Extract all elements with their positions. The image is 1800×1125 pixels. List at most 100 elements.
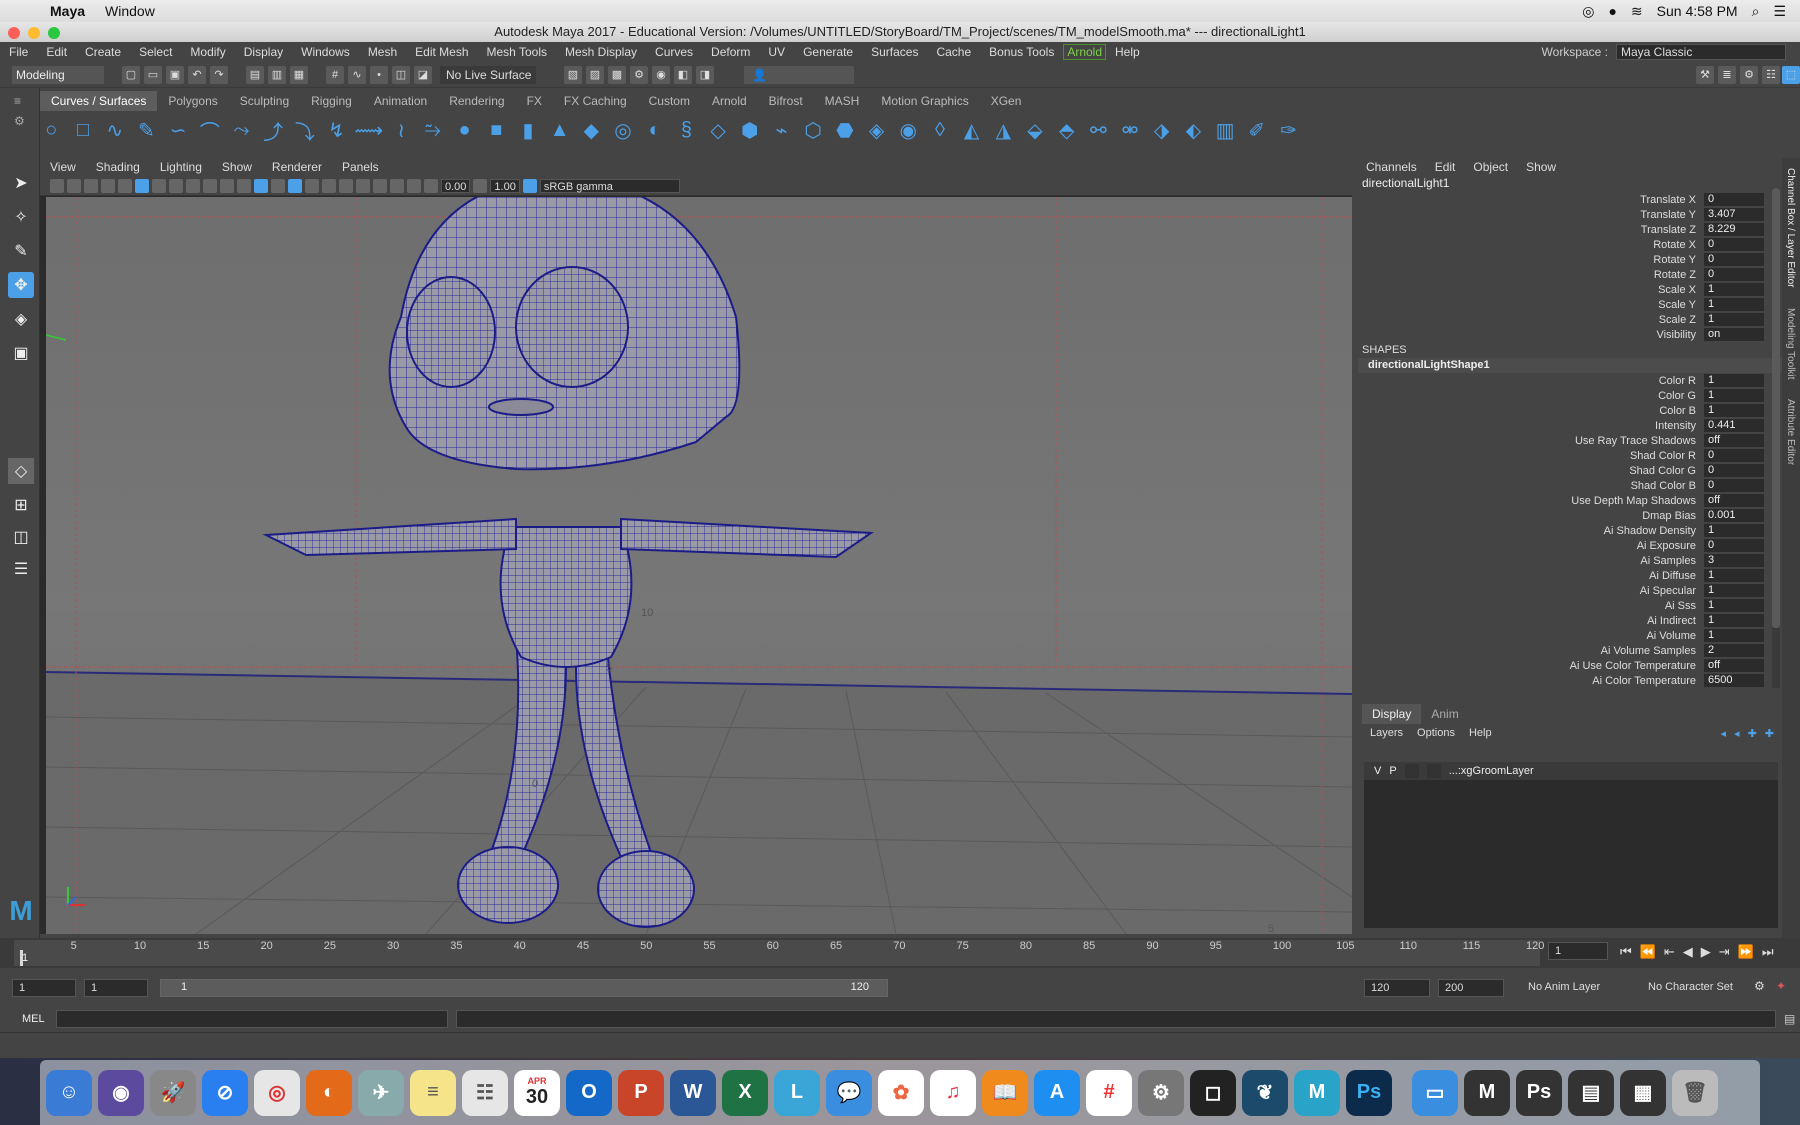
color-space-dropdown[interactable]: sRGB gamma	[539, 178, 680, 193]
shape-attribute-value[interactable]: 1	[1704, 374, 1764, 387]
detach-surfaces-icon[interactable]: ⚮	[1119, 118, 1142, 142]
shape-attribute-name[interactable]: Ai Specular	[1354, 585, 1704, 597]
auto-key-icon[interactable]: ✦	[1776, 979, 1786, 993]
right-eye[interactable]	[515, 266, 629, 388]
shape-attribute-row[interactable]: Color R1	[1354, 373, 1782, 388]
shape-attribute-row[interactable]: Ai Sss 1	[1354, 598, 1782, 613]
shelf-tab-custom[interactable]: Custom	[638, 91, 701, 111]
channel-attribute-name[interactable]: Translate Z	[1354, 224, 1704, 236]
playback-end-field[interactable]: 120	[1364, 979, 1430, 997]
viewport-menu-show[interactable]: Show	[212, 160, 262, 174]
render-frame-icon[interactable]: ▨	[586, 65, 604, 84]
layer-row[interactable]: V P ...:xgGroomLayer	[1364, 762, 1778, 780]
folder-icon[interactable]: ▭	[1412, 1069, 1458, 1116]
modeling-toolkit-icon[interactable]: ⚒	[1696, 65, 1714, 84]
project-curve-icon[interactable]: ◊	[929, 118, 952, 142]
shelf-tab-arnold[interactable]: Arnold	[701, 91, 758, 111]
shape-node-name[interactable]: directionalLightShape1	[1358, 358, 1782, 373]
shape-attribute-value[interactable]: 2	[1704, 644, 1764, 657]
shape-attribute-row[interactable]: Color B1	[1354, 403, 1782, 418]
menu-help[interactable]: Help	[1106, 45, 1149, 59]
camera-select-icon[interactable]	[50, 178, 64, 193]
shape-attribute-name[interactable]: Shad Color B	[1354, 480, 1704, 492]
notification-center-icon[interactable]: ☰	[1773, 3, 1786, 20]
shelf-tab-sculpting[interactable]: Sculpting	[229, 91, 300, 111]
shape-attribute-value[interactable]: 1	[1704, 599, 1764, 612]
redo-icon[interactable]: ↷	[210, 65, 228, 84]
isolate-select-icon[interactable]	[390, 178, 404, 193]
live-surface-field[interactable]: No Live Surface	[440, 65, 536, 84]
grid-toggle-icon[interactable]	[135, 178, 149, 193]
layer-visibility-toggle[interactable]: V	[1374, 765, 1381, 777]
shape-attribute-name[interactable]: Use Depth Map Shadows	[1354, 495, 1704, 507]
side-tab-channel-box[interactable]: Channel Box / Layer Editor	[1785, 168, 1796, 288]
open-scene-icon[interactable]: ▭	[144, 65, 162, 84]
tool-settings-icon[interactable]: ⚙	[1740, 65, 1758, 84]
paint-tool-icon[interactable]: ✐	[1245, 118, 1268, 142]
field-chart-icon[interactable]	[203, 178, 217, 193]
channel-attribute-name[interactable]: Translate Y	[1354, 209, 1704, 221]
nurbs-cube-icon[interactable]: ■	[485, 118, 508, 142]
notes-icon[interactable]: ≡	[410, 1069, 456, 1116]
menu-windows[interactable]: Windows	[292, 45, 359, 59]
select-hierarchy-icon[interactable]: ▤	[246, 65, 264, 84]
shape-attribute-name[interactable]: Color R	[1354, 375, 1704, 387]
four-view-layout-icon[interactable]: ⊞	[8, 492, 34, 518]
maya-dock-icon[interactable]: M	[1294, 1069, 1340, 1116]
channel-attribute-value[interactable]: 1	[1704, 283, 1764, 296]
channel-attribute-value[interactable]: 8.229	[1704, 223, 1764, 236]
channel-attribute-row[interactable]: Translate X0	[1354, 192, 1782, 207]
channel-attribute-row[interactable]: Scale Z1	[1354, 312, 1782, 327]
range-bar[interactable]: 1 120	[160, 979, 888, 997]
channel-attribute-row[interactable]: Rotate X0	[1354, 237, 1782, 252]
move-layer-down-icon[interactable]: ◂	[1734, 727, 1740, 740]
snap-view-icon[interactable]: ◫	[392, 65, 410, 84]
menu-curves[interactable]: Curves	[646, 45, 702, 59]
channel-box-scrollbar[interactable]	[1772, 188, 1780, 688]
layer-help-menu[interactable]: Help	[1469, 727, 1492, 739]
shelf-tab-rendering[interactable]: Rendering	[438, 91, 515, 111]
resolution-gate-icon[interactable]	[169, 178, 183, 193]
camera-attributes-icon[interactable]	[67, 178, 81, 193]
shape-attribute-value[interactable]: 6500	[1704, 674, 1764, 687]
sign-in-dropdown[interactable]: 👤	[744, 65, 854, 84]
shape-attribute-row[interactable]: Dmap Bias 0.001	[1354, 508, 1782, 523]
shelf-menu-icon[interactable]: ≡	[14, 94, 21, 108]
viewport-menu-panels[interactable]: Panels	[332, 160, 389, 174]
animation-end-field[interactable]: 200	[1438, 979, 1504, 997]
shape-attribute-value[interactable]: 1	[1704, 404, 1764, 417]
layer-tab-anim[interactable]: Anim	[1421, 704, 1468, 724]
step-forward-key-icon[interactable]: ⏩	[1738, 944, 1754, 960]
ambient-occlusion-icon[interactable]	[356, 178, 370, 193]
unity-icon[interactable]: ◻	[1190, 1069, 1236, 1116]
snap-curve-icon[interactable]: ∿	[348, 65, 366, 84]
app-store-icon[interactable]: A	[1034, 1069, 1080, 1116]
shape-attribute-row[interactable]: Color G1	[1354, 388, 1782, 403]
channel-attribute-name[interactable]: Scale Z	[1354, 314, 1704, 326]
animation-start-field[interactable]: 1	[12, 979, 76, 997]
insert-knot-icon[interactable]: ↯	[325, 118, 348, 142]
shelf-tab-fx-caching[interactable]: FX Caching	[553, 91, 638, 111]
extend-curve-icon[interactable]: ⟿	[355, 118, 384, 142]
untrim-icon[interactable]: ◮	[992, 118, 1015, 142]
arnold-ipr-icon[interactable]: ◨	[696, 65, 714, 84]
shelf-tab-rigging[interactable]: Rigging	[300, 91, 363, 111]
side-tab-attribute-editor[interactable]: Attribute Editor	[1785, 399, 1796, 465]
layer-display-type[interactable]	[1404, 764, 1419, 778]
offset-curve-icon[interactable]: ≀	[390, 118, 413, 142]
step-forward-frame-icon[interactable]: ⇥	[1719, 944, 1730, 960]
shape-attribute-row[interactable]: Ai Shadow Density 1	[1354, 523, 1782, 538]
shape-attribute-row[interactable]: Ai Indirect 1	[1354, 613, 1782, 628]
trash-icon[interactable]: 🗑	[1672, 1069, 1718, 1116]
shape-attribute-name[interactable]: Ai Sss	[1354, 600, 1704, 612]
grease-pencil-icon[interactable]	[118, 178, 132, 193]
left-arm[interactable]	[262, 517, 517, 557]
channel-attribute-name[interactable]: Rotate Z	[1354, 269, 1704, 281]
save-scene-icon[interactable]: ▣	[166, 65, 184, 84]
menu-mesh-display[interactable]: Mesh Display	[556, 45, 646, 59]
wifi-icon[interactable]: ≋	[1631, 3, 1643, 20]
viewport-menu-renderer[interactable]: Renderer	[262, 160, 332, 174]
clock[interactable]: Sun 4:58 PM	[1657, 3, 1738, 19]
workspace-dropdown[interactable]: Maya Classic	[1616, 44, 1786, 60]
channel-box-toggle-icon[interactable]: ☷	[1762, 65, 1780, 84]
